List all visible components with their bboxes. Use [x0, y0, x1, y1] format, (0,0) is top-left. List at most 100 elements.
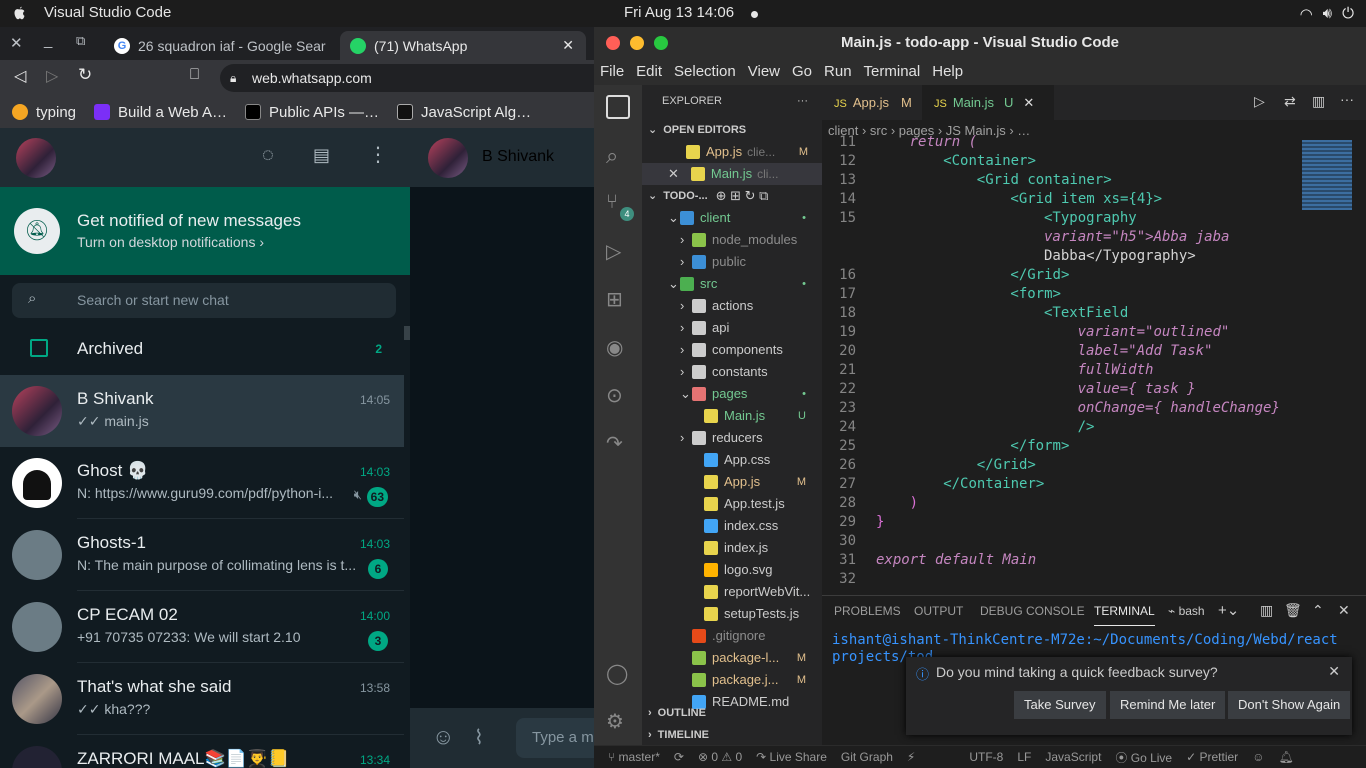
sync-icon[interactable]: ⟳ — [674, 750, 684, 764]
lightning-icon[interactable]: ⚡︎ — [907, 750, 915, 764]
system-tray[interactable]: ◠ 🔊︎ ⏻ — [1300, 5, 1354, 23]
split-editor-icon[interactable]: ▥ — [1312, 93, 1325, 110]
bell-icon[interactable]: 🔔︎ — [1278, 750, 1293, 764]
live-share-status[interactable]: ↷ Live Share — [756, 750, 827, 764]
tree-item[interactable]: Main.js U — [642, 405, 822, 427]
split-terminal-icon[interactable]: ▥ — [1260, 602, 1273, 619]
open-editors-header[interactable]: ⌄ OPEN EDITORS — [642, 119, 822, 141]
tree-item[interactable]: package-l... M — [642, 647, 822, 669]
chat-item[interactable]: ZARRORI MAAL📚📄👨‍🎓📒 13:34 — [0, 735, 404, 768]
minimize-window-button[interactable] — [630, 36, 644, 50]
status-icon[interactable]: ◌ — [262, 144, 274, 167]
timeline-header[interactable]: › TIMELINE — [642, 724, 822, 746]
tree-item[interactable]: App.js M — [642, 471, 822, 493]
go-live-status[interactable]: ⦿ Go Live — [1115, 749, 1172, 766]
chat-item[interactable]: Ghosts-1 N: The main purpose of collimat… — [0, 519, 404, 591]
tree-item[interactable]: › actions — [642, 295, 822, 317]
tree-item[interactable]: › node_modules — [642, 229, 822, 251]
tree-item[interactable]: index.css — [642, 515, 822, 537]
new-terminal-icon[interactable]: +⌄ — [1218, 601, 1239, 619]
tree-item[interactable]: reportWebVit... — [642, 581, 822, 603]
bookmark-item[interactable]: Build a Web A… — [94, 104, 227, 121]
tab-problems[interactable]: PROBLEMS — [834, 596, 901, 626]
chat-item[interactable]: Ghost 💀 N: https://www.guru99.com/pdf/py… — [0, 447, 404, 519]
tree-item[interactable]: setupTests.js — [642, 603, 822, 625]
editor-tab[interactable]: JS App.js M — [822, 85, 924, 120]
menu-selection[interactable]: Selection — [668, 59, 742, 85]
tree-item[interactable]: ⌄ client • — [642, 207, 822, 229]
emoji-icon[interactable]: ☺ — [432, 724, 454, 750]
minimap[interactable] — [1302, 140, 1352, 210]
close-tab-icon[interactable]: ✕ — [562, 37, 574, 54]
menu-icon[interactable]: ⋮ — [368, 142, 388, 167]
feedback-icon[interactable]: ☺ — [1252, 750, 1264, 764]
more-icon[interactable]: ··· — [1340, 91, 1354, 107]
tab-debug-console[interactable]: DEBUG CONSOLE — [980, 596, 1085, 626]
notify-link[interactable]: Turn on desktop notifications › — [77, 234, 264, 250]
explorer-actions-icon[interactable]: ⊕ ⊞ ↻ ⧉ — [716, 185, 769, 207]
reload-icon[interactable]: ↻ — [78, 65, 92, 85]
maximize-panel-icon[interactable]: ⌃ — [1312, 602, 1324, 619]
trash-icon[interactable]: 🗑︎ — [1284, 602, 1302, 619]
close-notification-icon[interactable]: ✕ — [1328, 663, 1340, 680]
menu-run[interactable]: Run — [818, 59, 858, 85]
menu-go[interactable]: Go — [786, 59, 818, 85]
close-icon[interactable]: ✕ — [668, 163, 679, 185]
take-survey-button[interactable]: Take Survey — [1014, 691, 1106, 719]
close-window-icon[interactable]: ✕ — [10, 34, 23, 52]
tree-item[interactable]: › constants — [642, 361, 822, 383]
menu-terminal[interactable]: Terminal — [858, 59, 927, 85]
url-field[interactable]: 🔒︎ web.whatsapp.com — [220, 64, 594, 92]
tree-item[interactable]: › public — [642, 251, 822, 273]
conversation-header[interactable]: B Shivank — [410, 128, 594, 187]
tree-item[interactable]: .gitignore — [642, 625, 822, 647]
language-status[interactable]: JavaScript — [1045, 750, 1101, 764]
run-debug-icon[interactable]: ▷ — [606, 239, 630, 263]
close-window-button[interactable] — [606, 36, 620, 50]
more-actions-icon[interactable]: ··· — [797, 90, 808, 112]
apple-icon[interactable] — [10, 4, 28, 22]
chat-item[interactable]: CP ECAM 02 +91 70735 07233: We will star… — [0, 591, 404, 663]
maximize-window-button[interactable] — [654, 36, 668, 50]
account-icon[interactable]: ◯ — [606, 661, 630, 685]
tree-item[interactable]: ⌄ pages • — [642, 383, 822, 405]
dont-show-again-button[interactable]: Don't Show Again — [1228, 691, 1351, 719]
tree-item[interactable]: › api — [642, 317, 822, 339]
open-editor-item[interactable]: App.js clie... M — [642, 141, 822, 163]
tree-item[interactable]: App.test.js — [642, 493, 822, 515]
run-icon[interactable]: ▷ — [1254, 93, 1265, 110]
breadcrumb[interactable]: client › src › pages › JS Main.js › … — [822, 120, 1366, 142]
menu-help[interactable]: Help — [926, 59, 969, 85]
prettier-status[interactable]: ✓ Prettier — [1186, 750, 1238, 764]
menu-view[interactable]: View — [742, 59, 786, 85]
settings-gear-icon[interactable]: ⚙ — [606, 709, 630, 733]
search-input[interactable]: ⌕ Search or start new chat — [12, 283, 396, 318]
encoding-status[interactable]: UTF-8 — [969, 750, 1003, 764]
tree-item[interactable]: index.js — [642, 537, 822, 559]
tree-item[interactable]: App.css — [642, 449, 822, 471]
minimize-icon[interactable]: _ — [44, 32, 52, 49]
github-icon[interactable]: ◉ — [606, 335, 630, 359]
close-panel-icon[interactable]: ✕ — [1338, 602, 1350, 619]
bookmark-item[interactable]: JavaScript Alg… — [397, 104, 531, 121]
chat-item[interactable]: That's what she said ✓✓ kha??? 13:58 — [0, 663, 404, 735]
active-app-name[interactable]: Visual Studio Code — [44, 4, 171, 21]
tree-item[interactable]: package.j... M — [642, 669, 822, 691]
browser-tab[interactable]: G 26 squadron iaf - Google Sear — [104, 31, 338, 60]
remind-later-button[interactable]: Remind Me later — [1110, 691, 1226, 719]
bookmark-icon[interactable]: ⎕ — [190, 66, 199, 83]
tree-item[interactable]: logo.svg — [642, 559, 822, 581]
shell-selector[interactable]: ⌁ bash — [1168, 604, 1205, 618]
menu-file[interactable]: File — [594, 59, 630, 85]
profile-avatar[interactable] — [16, 138, 56, 178]
git-graph-icon[interactable]: ⊙ — [606, 383, 630, 407]
open-editor-item[interactable]: ✕ Main.js cli... — [642, 163, 822, 185]
git-graph-status[interactable]: Git Graph — [841, 750, 893, 764]
attach-icon[interactable]: ⌇ — [474, 725, 484, 750]
problems-status[interactable]: ⊗ 0 ⚠ 0 — [698, 750, 742, 764]
chat-item[interactable]: B Shivank ✓✓ main.js 14:05 — [0, 375, 404, 447]
branch-status[interactable]: ⑂ master* — [608, 750, 660, 764]
eol-status[interactable]: LF — [1017, 750, 1031, 764]
archived-row[interactable]: Archived 2 — [0, 326, 404, 372]
compare-icon[interactable]: ⇄ — [1284, 93, 1296, 110]
